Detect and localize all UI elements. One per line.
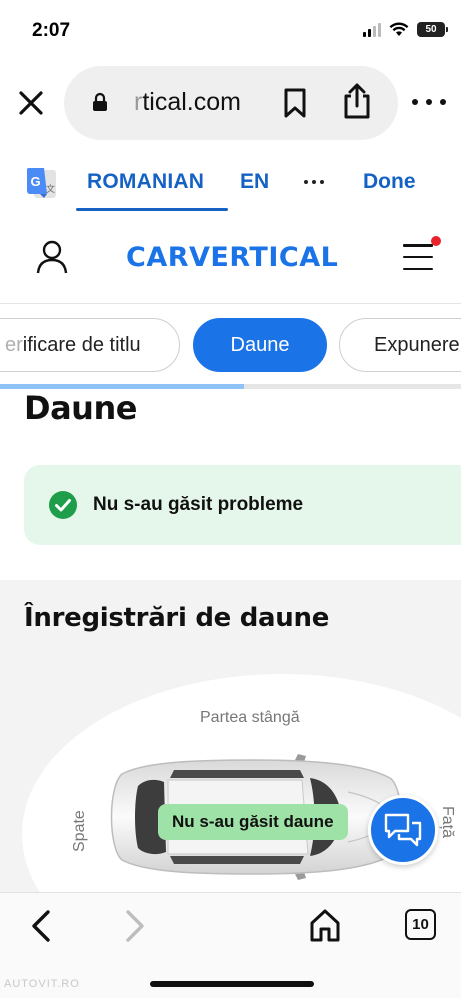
wifi-icon xyxy=(389,22,409,36)
more-icon xyxy=(304,180,308,184)
status-message: Nu s-au găsit probleme xyxy=(93,494,304,515)
more-button[interactable] xyxy=(412,96,446,108)
no-damage-badge: Nu s-au găsit daune xyxy=(158,804,348,840)
translate-done-button[interactable]: Done xyxy=(363,170,416,194)
notification-dot xyxy=(431,236,441,246)
share-button[interactable] xyxy=(340,80,374,122)
close-button[interactable] xyxy=(14,86,48,120)
site-header: CARVERTICAL xyxy=(0,222,461,304)
address-bar[interactable]: rtical.com xyxy=(64,66,398,140)
status-bar: 2:07 50 xyxy=(0,0,461,64)
tab-exposure[interactable]: Expunere xyxy=(339,318,461,372)
status-card: Nu s-au găsit probleme xyxy=(24,465,461,545)
check-circle-icon xyxy=(49,491,77,519)
close-icon xyxy=(19,91,43,115)
home-icon[interactable] xyxy=(308,907,342,943)
section-title: Daune xyxy=(24,389,137,427)
url-text: rtical.com xyxy=(134,88,241,117)
svg-text:G: G xyxy=(31,174,41,189)
home-indicator xyxy=(150,981,314,987)
google-translate-icon: G 文 xyxy=(27,168,56,198)
tab-label-faded: er xyxy=(5,333,23,356)
car-label-front: Față xyxy=(439,806,456,839)
translate-bar: G 文 ROMANIAN EN Done xyxy=(0,150,461,214)
browser-toolbar: rtical.com xyxy=(0,64,461,142)
svg-text:文: 文 xyxy=(46,183,55,194)
back-arrow-icon[interactable] xyxy=(28,909,54,943)
bookmark-button[interactable] xyxy=(280,86,310,120)
chat-button[interactable] xyxy=(368,795,438,865)
language-selected-underline xyxy=(76,208,228,211)
lock-icon xyxy=(93,92,107,111)
signal-icon xyxy=(363,22,381,37)
tab-label: ificare de titlu xyxy=(22,333,141,356)
forward-arrow-icon[interactable] xyxy=(122,909,148,943)
translate-more-button[interactable] xyxy=(304,180,324,185)
status-icons: 50 xyxy=(363,22,448,37)
battery-indicator: 50 xyxy=(417,22,448,37)
hamburger-menu-button[interactable] xyxy=(403,244,433,270)
watermark: AUTOVIT.RO xyxy=(4,978,80,990)
bookmark-icon xyxy=(284,88,306,118)
user-icon[interactable] xyxy=(36,240,68,274)
records-title: Înregistrări de daune xyxy=(24,603,330,633)
url-main: tical.com xyxy=(142,88,241,116)
tab-title-check[interactable]: er ificare de titlu xyxy=(0,318,180,372)
carvertical-logo[interactable]: CARVERTICAL xyxy=(126,242,338,273)
car-label-rear: Spate xyxy=(71,810,88,852)
share-icon xyxy=(344,83,370,119)
status-time: 2:07 xyxy=(32,20,71,41)
language-romanian[interactable]: ROMANIAN xyxy=(87,170,204,194)
tab-damage[interactable]: Daune xyxy=(193,318,327,372)
language-english[interactable]: EN xyxy=(240,170,269,194)
section-tabs: er ificare de titlu Daune Expunere xyxy=(0,318,461,374)
more-icon xyxy=(412,99,418,105)
chat-icon xyxy=(384,813,422,847)
car-label-left-side: Partea stângă xyxy=(200,709,300,726)
tab-count-button[interactable]: 10 xyxy=(405,909,436,940)
